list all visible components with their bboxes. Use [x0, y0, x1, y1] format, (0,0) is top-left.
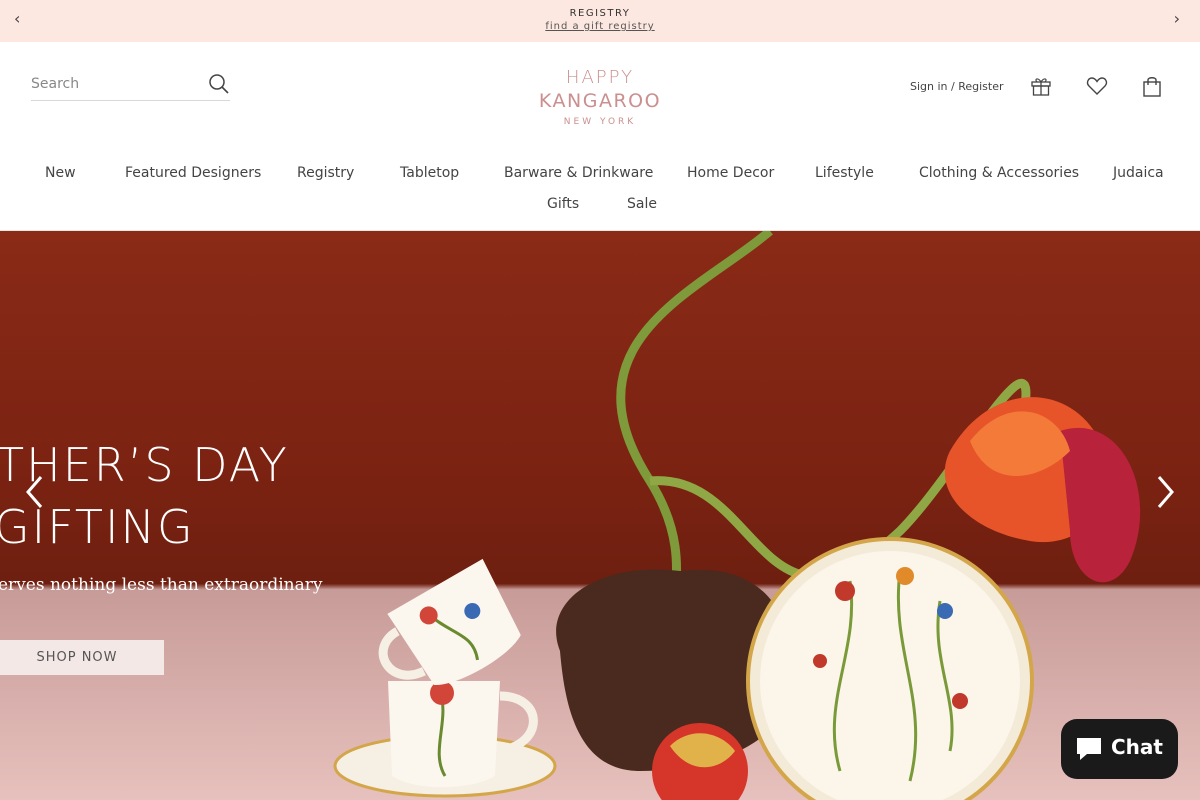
announcement-title: REGISTRY [569, 8, 631, 19]
announcement-bar: ‹ REGISTRY find a gift registry › [0, 0, 1200, 42]
hero-next-arrow-icon[interactable] [1153, 474, 1177, 510]
hero-banner: THER’S DAY GIFTING erves nothing less th… [0, 231, 1200, 800]
chat-button[interactable]: Chat [1061, 719, 1178, 779]
announcement-next-arrow[interactable]: › [1174, 9, 1180, 29]
logo-line-1: HAPPY [565, 67, 635, 88]
hero-subtitle: erves nothing less than extraordinary [0, 575, 323, 595]
nav-item-featured-designers[interactable]: Featured Designers [125, 165, 261, 181]
nav-item-sale[interactable]: Sale [627, 196, 657, 212]
search-icon[interactable] [208, 73, 230, 95]
announcement-link[interactable]: find a gift registry [0, 21, 1200, 32]
sign-in-register-link[interactable]: Sign in / Register [910, 80, 1004, 93]
nav-item-home-decor[interactable]: Home Decor [687, 165, 774, 181]
nav-item-new[interactable]: New [45, 165, 76, 181]
search-input[interactable] [31, 72, 201, 96]
nav-item-judaica[interactable]: Judaica [1113, 165, 1164, 181]
nav-item-lifestyle[interactable]: Lifestyle [815, 165, 874, 181]
site-logo[interactable]: HAPPY KANGAROO NEW YORK [530, 68, 670, 130]
heart-icon[interactable] [1086, 75, 1108, 97]
nav-item-barware-drinkware[interactable]: Barware & Drinkware [504, 165, 653, 181]
shopping-bag-icon[interactable] [1141, 75, 1163, 97]
gift-icon[interactable] [1030, 75, 1052, 97]
shop-now-button[interactable]: SHOP NOW [0, 640, 164, 675]
chat-bubble-icon [1077, 738, 1101, 760]
chat-label: Chat [1111, 735, 1163, 759]
logo-line-3: NEW YORK [563, 117, 637, 127]
nav-item-clothing-accessories[interactable]: Clothing & Accessories [919, 165, 1079, 181]
search-bar [31, 70, 230, 101]
nav-item-gifts[interactable]: Gifts [547, 196, 579, 212]
nav-item-registry[interactable]: Registry [297, 165, 354, 181]
logo-line-2: KANGAROO [538, 90, 662, 112]
paper-flower [944, 397, 1141, 583]
hero-prev-arrow-icon[interactable] [23, 474, 47, 510]
nav-item-tabletop[interactable]: Tabletop [400, 165, 459, 181]
